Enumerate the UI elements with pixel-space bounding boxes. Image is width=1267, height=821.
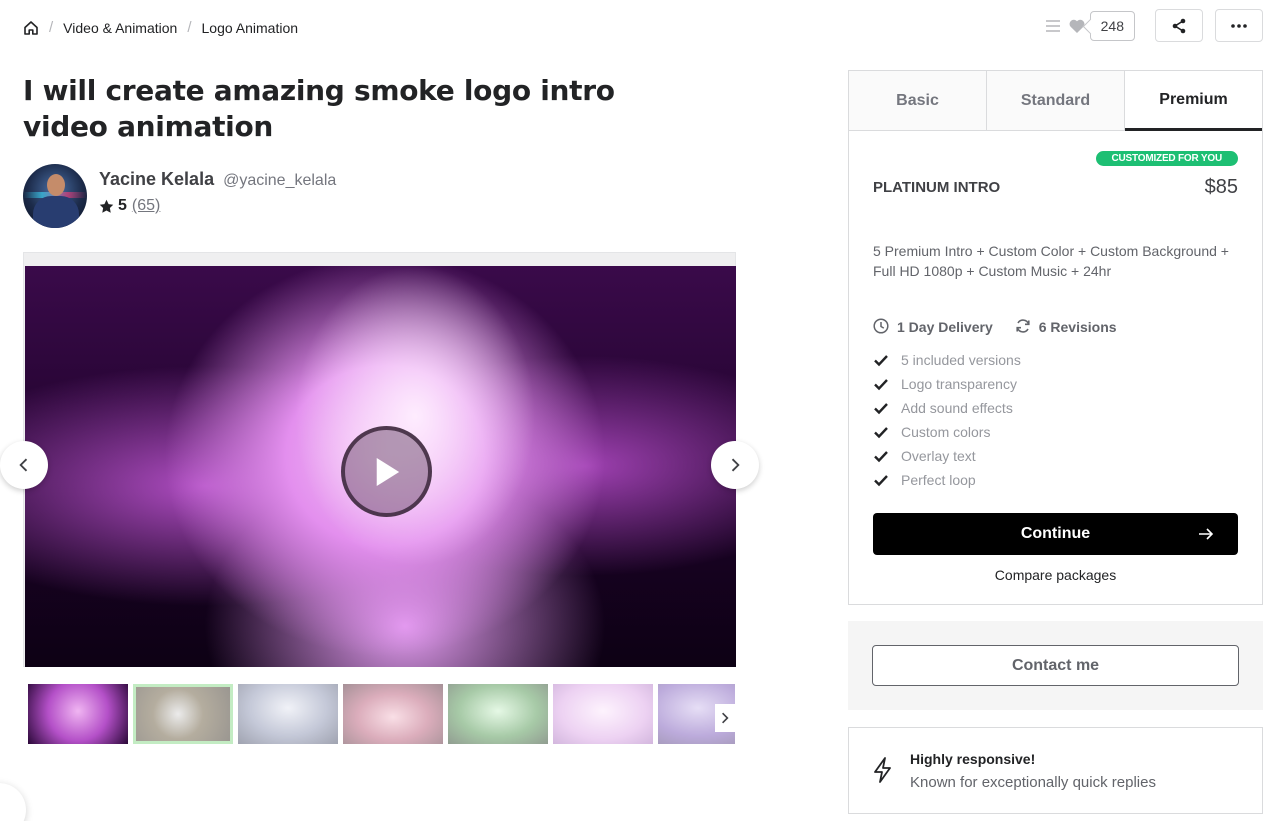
tab-standard[interactable]: Standard: [987, 71, 1125, 130]
list-icon: [1044, 17, 1062, 35]
delivery-time: 1 Day Delivery: [897, 318, 993, 335]
feature-item: Overlay text: [873, 444, 1238, 468]
contact-seller-box: Contact me: [848, 621, 1263, 710]
feature-item: Logo transparency: [873, 372, 1238, 396]
check-icon: [873, 352, 889, 368]
breadcrumb: / Video & Animation / Logo Animation: [23, 19, 298, 36]
gig-gallery: [23, 252, 736, 667]
gallery-thumbnail[interactable]: [343, 684, 443, 744]
gallery-thumbnails: [28, 684, 735, 744]
package-price: $85: [1204, 176, 1238, 198]
package-name: PLATINUM INTRO: [873, 179, 1001, 196]
feature-item: Perfect loop: [873, 468, 1238, 492]
lightning-bolt-icon: [873, 756, 897, 785]
reviews-count-link[interactable]: (65): [132, 197, 160, 215]
check-icon: [873, 424, 889, 440]
clock-icon: [873, 318, 890, 335]
seller-rating: 5 (65): [99, 197, 336, 215]
gallery-thumbnail[interactable]: [133, 684, 233, 744]
more-options-button[interactable]: [1215, 9, 1263, 42]
floating-help-button[interactable]: [0, 783, 26, 821]
share-icon: [1171, 18, 1187, 34]
refresh-icon: [1015, 318, 1032, 335]
more-icon: [1231, 23, 1247, 28]
check-icon: [873, 400, 889, 416]
gallery-thumbnail[interactable]: [448, 684, 548, 744]
share-button[interactable]: [1155, 9, 1203, 42]
responsive-title: Highly responsive!: [910, 750, 1036, 767]
seller-overview: Yacine Kelala @yacine_kelala 5 (65): [23, 164, 336, 228]
check-icon: [873, 472, 889, 488]
rating-value: 5: [118, 197, 127, 214]
contact-me-button[interactable]: Contact me: [872, 645, 1239, 686]
tab-basic[interactable]: Basic: [849, 71, 987, 130]
responsive-subtitle: Known for exceptionally quick replies: [910, 773, 1156, 791]
tab-premium[interactable]: Premium: [1125, 71, 1262, 131]
highly-responsive-box: Highly responsive! Known for exceptional…: [848, 727, 1263, 814]
play-icon: [373, 456, 401, 488]
feature-item: Custom colors: [873, 420, 1238, 444]
breadcrumb-item-logo-animation[interactable]: Logo Animation: [202, 20, 299, 36]
continue-button[interactable]: Continue: [873, 513, 1238, 555]
chevron-left-icon: [19, 458, 29, 472]
gallery-prev-button[interactable]: [0, 441, 48, 489]
revisions-count: 6 Revisions: [1038, 318, 1117, 335]
home-icon[interactable]: [23, 20, 39, 36]
chevron-right-icon: [730, 458, 740, 472]
gallery-next-button[interactable]: [711, 441, 759, 489]
breadcrumb-item-video-animation[interactable]: Video & Animation: [63, 20, 177, 36]
likes-count: 248: [1089, 10, 1135, 41]
gig-video[interactable]: [25, 266, 736, 667]
feature-item: Add sound effects: [873, 396, 1238, 420]
continue-label: Continue: [1020, 525, 1091, 542]
arrow-right-icon: [1198, 526, 1214, 542]
gallery-thumbnail[interactable]: [553, 684, 653, 744]
thumbnails-next-button[interactable]: [715, 704, 735, 732]
customized-badge: CUSTOMIZED FOR YOU: [1095, 151, 1238, 166]
play-button[interactable]: [341, 426, 432, 517]
gallery-thumbnail[interactable]: [238, 684, 338, 744]
package-meta: 1 Day Delivery 6 Revisions: [873, 318, 1238, 335]
check-icon: [873, 376, 889, 392]
gallery-thumbnail[interactable]: [28, 684, 128, 744]
packages-panel: Basic Standard Premium CUSTOMIZED FOR YO…: [848, 70, 1263, 605]
avatar[interactable]: [23, 164, 87, 228]
breadcrumb-separator: /: [49, 19, 54, 36]
gig-actions: 248: [1044, 9, 1263, 42]
seller-name[interactable]: Yacine Kelala: [99, 169, 214, 190]
gig-title: I will create amazing smoke logo intro v…: [23, 74, 615, 143]
seller-handle: @yacine_kelala: [223, 172, 337, 189]
check-icon: [873, 448, 889, 464]
feature-item: 5 included versions: [873, 348, 1238, 372]
package-features: 5 included versions Logo transparency Ad…: [873, 348, 1238, 492]
package-tabs: Basic Standard Premium: [849, 71, 1262, 131]
breadcrumb-separator: /: [187, 19, 192, 36]
compare-packages-link[interactable]: Compare packages: [873, 567, 1238, 583]
star-icon: [99, 199, 114, 214]
package-description: 5 Premium Intro + Custom Color + Custom …: [873, 243, 1229, 279]
chevron-right-icon: [721, 712, 729, 724]
